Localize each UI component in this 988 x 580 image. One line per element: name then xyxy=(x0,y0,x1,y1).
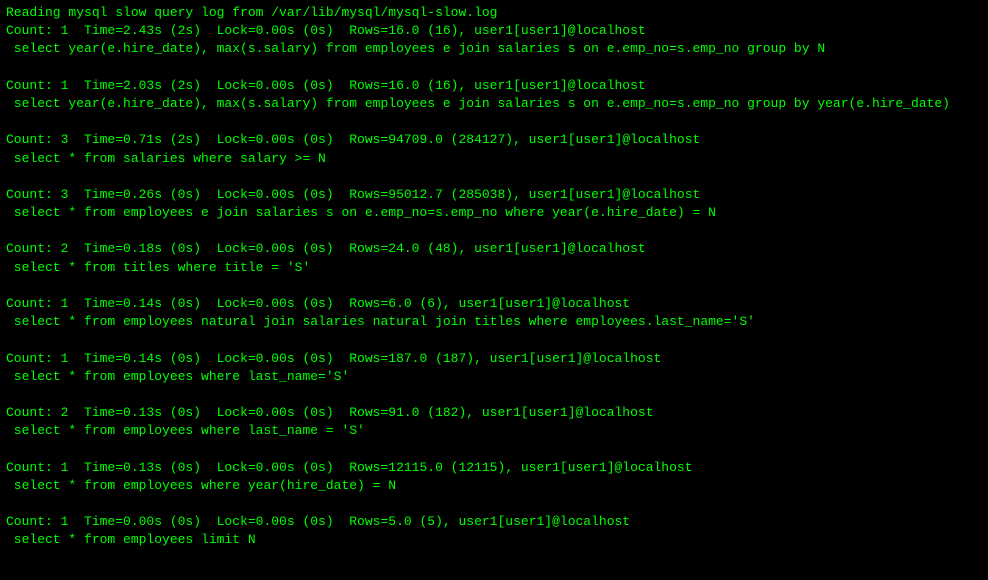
blank-line xyxy=(6,386,982,404)
entry-stats: Count: 2 Time=0.13s (0s) Lock=0.00s (0s)… xyxy=(6,404,982,422)
blank-line xyxy=(6,168,982,186)
log-entry: Count: 2 Time=0.18s (0s) Lock=0.00s (0s)… xyxy=(6,240,982,276)
entry-stats: Count: 2 Time=0.18s (0s) Lock=0.00s (0s)… xyxy=(6,240,982,258)
log-entry: Count: 1 Time=0.14s (0s) Lock=0.00s (0s)… xyxy=(6,295,982,331)
entry-stats: Count: 1 Time=0.13s (0s) Lock=0.00s (0s)… xyxy=(6,459,982,477)
entry-query: select * from employees natural join sal… xyxy=(6,313,982,331)
blank-line xyxy=(6,441,982,459)
entry-query: select * from salaries where salary >= N xyxy=(6,150,982,168)
entry-stats: Count: 1 Time=0.14s (0s) Lock=0.00s (0s)… xyxy=(6,350,982,368)
log-entry: Count: 1 Time=2.43s (2s) Lock=0.00s (0s)… xyxy=(6,22,982,58)
log-entry: Count: 3 Time=0.71s (2s) Lock=0.00s (0s)… xyxy=(6,131,982,167)
entry-stats: Count: 3 Time=0.71s (2s) Lock=0.00s (0s)… xyxy=(6,131,982,149)
blank-line xyxy=(6,331,982,349)
entry-query: select * from employees e join salaries … xyxy=(6,204,982,222)
entry-stats: Count: 1 Time=0.00s (0s) Lock=0.00s (0s)… xyxy=(6,513,982,531)
entry-query: select * from employees where last_name … xyxy=(6,422,982,440)
entry-query: select year(e.hire_date), max(s.salary) … xyxy=(6,40,982,58)
entry-query: select * from employees limit N xyxy=(6,531,982,549)
entry-stats: Count: 3 Time=0.26s (0s) Lock=0.00s (0s)… xyxy=(6,186,982,204)
entry-stats: Count: 1 Time=0.14s (0s) Lock=0.00s (0s)… xyxy=(6,295,982,313)
log-entry: Count: 1 Time=2.03s (2s) Lock=0.00s (0s)… xyxy=(6,77,982,113)
entry-stats: Count: 1 Time=2.43s (2s) Lock=0.00s (0s)… xyxy=(6,22,982,40)
blank-line xyxy=(6,59,982,77)
log-entry: Count: 3 Time=0.26s (0s) Lock=0.00s (0s)… xyxy=(6,186,982,222)
log-entry: Count: 1 Time=0.14s (0s) Lock=0.00s (0s)… xyxy=(6,350,982,386)
blank-line xyxy=(6,277,982,295)
blank-line xyxy=(6,222,982,240)
entry-query: select year(e.hire_date), max(s.salary) … xyxy=(6,95,982,113)
log-header: Reading mysql slow query log from /var/l… xyxy=(6,4,982,22)
entry-query: select * from titles where title = 'S' xyxy=(6,259,982,277)
entry-query: select * from employees where last_name=… xyxy=(6,368,982,386)
log-entry: Count: 1 Time=0.00s (0s) Lock=0.00s (0s)… xyxy=(6,513,982,549)
entry-stats: Count: 1 Time=2.03s (2s) Lock=0.00s (0s)… xyxy=(6,77,982,95)
log-entry: Count: 1 Time=0.13s (0s) Lock=0.00s (0s)… xyxy=(6,459,982,495)
blank-line xyxy=(6,495,982,513)
entry-query: select * from employees where year(hire_… xyxy=(6,477,982,495)
log-entry: Count: 2 Time=0.13s (0s) Lock=0.00s (0s)… xyxy=(6,404,982,440)
blank-line xyxy=(6,113,982,131)
